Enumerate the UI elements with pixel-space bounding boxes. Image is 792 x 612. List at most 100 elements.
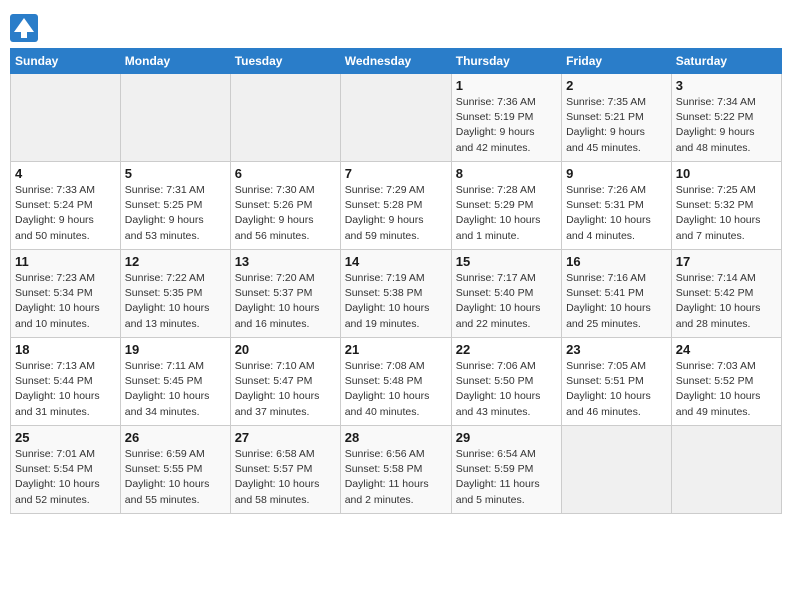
calendar-cell: 2 Sunrise: 7:35 AM Sunset: 5:21 PM Daylig… (562, 74, 672, 162)
day-number: 23 (566, 342, 667, 357)
day-number: 15 (456, 254, 557, 269)
day-number: 6 (235, 166, 336, 181)
day-number: 13 (235, 254, 336, 269)
calendar-cell: 3Sunrise: 7:34 AM Sunset: 5:22 PM Daylig… (671, 74, 781, 162)
week-row-1: 1 Sunrise: 7:36 AM Sunset: 5:19 PM Daylig… (11, 74, 782, 162)
day-info: Sunrise: 7:10 AM Sunset: 5:47 PM Dayligh… (235, 359, 336, 420)
day-info: Sunrise: 7:17 AM Sunset: 5:40 PM Dayligh… (456, 271, 557, 332)
day-info: Sunrise: 7:16 AM Sunset: 5:41 PM Dayligh… (566, 271, 667, 332)
day-info: Sunrise: 7:14 AM Sunset: 5:42 PM Dayligh… (676, 271, 777, 332)
calendar-cell: 15 Sunrise: 7:17 AM Sunset: 5:40 PM Dayli… (451, 250, 561, 338)
day-info: Sunrise: 7:33 AM Sunset: 5:24 PM Dayligh… (15, 183, 116, 244)
calendar-cell: 8 Sunrise: 7:28 AM Sunset: 5:29 PM Daylig… (451, 162, 561, 250)
column-header-wednesday: Wednesday (340, 49, 451, 74)
column-header-monday: Monday (120, 49, 230, 74)
calendar-cell: 6 Sunrise: 7:30 AM Sunset: 5:26 PM Daylig… (230, 162, 340, 250)
day-info: Sunrise: 7:31 AM Sunset: 5:25 PM Dayligh… (125, 183, 226, 244)
calendar-cell: 18 Sunrise: 7:13 AM Sunset: 5:44 PM Dayli… (11, 338, 121, 426)
day-number: 24 (676, 342, 777, 357)
calendar-cell: 29 Sunrise: 6:54 AM Sunset: 5:59 PM Dayli… (451, 426, 561, 514)
day-info: Sunrise: 7:35 AM Sunset: 5:21 PM Dayligh… (566, 95, 667, 156)
week-row-3: 11 Sunrise: 7:23 AM Sunset: 5:34 PM Dayli… (11, 250, 782, 338)
day-info: Sunrise: 7:01 AM Sunset: 5:54 PM Dayligh… (15, 447, 116, 508)
day-info: Sunrise: 6:54 AM Sunset: 5:59 PM Dayligh… (456, 447, 557, 508)
day-info: Sunrise: 7:22 AM Sunset: 5:35 PM Dayligh… (125, 271, 226, 332)
calendar-table: SundayMondayTuesdayWednesdayThursdayFrid… (10, 48, 782, 514)
day-info: Sunrise: 7:20 AM Sunset: 5:37 PM Dayligh… (235, 271, 336, 332)
calendar-cell (340, 74, 451, 162)
day-info: Sunrise: 7:11 AM Sunset: 5:45 PM Dayligh… (125, 359, 226, 420)
calendar-cell: 5 Sunrise: 7:31 AM Sunset: 5:25 PM Daylig… (120, 162, 230, 250)
calendar-cell: 10 Sunrise: 7:25 AM Sunset: 5:32 PM Dayli… (671, 162, 781, 250)
calendar-cell: 22 Sunrise: 7:06 AM Sunset: 5:50 PM Dayli… (451, 338, 561, 426)
day-info: Sunrise: 7:30 AM Sunset: 5:26 PM Dayligh… (235, 183, 336, 244)
day-info: Sunrise: 7:05 AM Sunset: 5:51 PM Dayligh… (566, 359, 667, 420)
day-info: Sunrise: 7:06 AM Sunset: 5:50 PM Dayligh… (456, 359, 557, 420)
calendar-cell: 25 Sunrise: 7:01 AM Sunset: 5:54 PM Dayli… (11, 426, 121, 514)
day-number: 5 (125, 166, 226, 181)
day-number: 9 (566, 166, 667, 181)
day-number: 19 (125, 342, 226, 357)
week-row-4: 18 Sunrise: 7:13 AM Sunset: 5:44 PM Dayli… (11, 338, 782, 426)
calendar-cell: 20Sunrise: 7:10 AM Sunset: 5:47 PM Dayli… (230, 338, 340, 426)
logo-icon (10, 14, 38, 42)
calendar-cell: 27Sunrise: 6:58 AM Sunset: 5:57 PM Dayli… (230, 426, 340, 514)
calendar-cell: 24Sunrise: 7:03 AM Sunset: 5:52 PM Dayli… (671, 338, 781, 426)
calendar-cell: 1 Sunrise: 7:36 AM Sunset: 5:19 PM Daylig… (451, 74, 561, 162)
day-number: 22 (456, 342, 557, 357)
column-header-saturday: Saturday (671, 49, 781, 74)
day-number: 8 (456, 166, 557, 181)
column-header-thursday: Thursday (451, 49, 561, 74)
day-info: Sunrise: 7:23 AM Sunset: 5:34 PM Dayligh… (15, 271, 116, 332)
day-info: Sunrise: 7:34 AM Sunset: 5:22 PM Dayligh… (676, 95, 777, 156)
day-info: Sunrise: 6:58 AM Sunset: 5:57 PM Dayligh… (235, 447, 336, 508)
calendar-cell: 13 Sunrise: 7:20 AM Sunset: 5:37 PM Dayli… (230, 250, 340, 338)
day-info: Sunrise: 7:26 AM Sunset: 5:31 PM Dayligh… (566, 183, 667, 244)
calendar-cell (11, 74, 121, 162)
day-info: Sunrise: 6:59 AM Sunset: 5:55 PM Dayligh… (125, 447, 226, 508)
day-number: 17 (676, 254, 777, 269)
column-header-tuesday: Tuesday (230, 49, 340, 74)
calendar-cell: 14Sunrise: 7:19 AM Sunset: 5:38 PM Dayli… (340, 250, 451, 338)
day-info: Sunrise: 7:19 AM Sunset: 5:38 PM Dayligh… (345, 271, 447, 332)
calendar-cell: 11 Sunrise: 7:23 AM Sunset: 5:34 PM Dayli… (11, 250, 121, 338)
day-info: Sunrise: 7:13 AM Sunset: 5:44 PM Dayligh… (15, 359, 116, 420)
week-row-5: 25 Sunrise: 7:01 AM Sunset: 5:54 PM Dayli… (11, 426, 782, 514)
day-number: 16 (566, 254, 667, 269)
day-number: 18 (15, 342, 116, 357)
calendar-cell (120, 74, 230, 162)
days-header-row: SundayMondayTuesdayWednesdayThursdayFrid… (11, 49, 782, 74)
calendar-cell: 16 Sunrise: 7:16 AM Sunset: 5:41 PM Dayli… (562, 250, 672, 338)
calendar-cell: 7 Sunrise: 7:29 AM Sunset: 5:28 PM Daylig… (340, 162, 451, 250)
calendar-cell: 21 Sunrise: 7:08 AM Sunset: 5:48 PM Dayli… (340, 338, 451, 426)
day-info: Sunrise: 7:29 AM Sunset: 5:28 PM Dayligh… (345, 183, 447, 244)
calendar-cell: 12 Sunrise: 7:22 AM Sunset: 5:35 PM Dayli… (120, 250, 230, 338)
day-number: 25 (15, 430, 116, 445)
day-number: 21 (345, 342, 447, 357)
calendar-cell (671, 426, 781, 514)
day-info: Sunrise: 7:36 AM Sunset: 5:19 PM Dayligh… (456, 95, 557, 156)
day-number: 29 (456, 430, 557, 445)
calendar-cell (230, 74, 340, 162)
day-number: 1 (456, 78, 557, 93)
day-number: 28 (345, 430, 447, 445)
calendar-cell: 26 Sunrise: 6:59 AM Sunset: 5:55 PM Dayli… (120, 426, 230, 514)
calendar-cell: 28 Sunrise: 6:56 AM Sunset: 5:58 PM Dayli… (340, 426, 451, 514)
day-info: Sunrise: 7:08 AM Sunset: 5:48 PM Dayligh… (345, 359, 447, 420)
column-header-sunday: Sunday (11, 49, 121, 74)
day-number: 7 (345, 166, 447, 181)
day-number: 10 (676, 166, 777, 181)
day-info: Sunrise: 6:56 AM Sunset: 5:58 PM Dayligh… (345, 447, 447, 508)
day-number: 4 (15, 166, 116, 181)
week-row-2: 4 Sunrise: 7:33 AM Sunset: 5:24 PM Daylig… (11, 162, 782, 250)
day-number: 12 (125, 254, 226, 269)
day-info: Sunrise: 7:25 AM Sunset: 5:32 PM Dayligh… (676, 183, 777, 244)
column-header-friday: Friday (562, 49, 672, 74)
day-info: Sunrise: 7:28 AM Sunset: 5:29 PM Dayligh… (456, 183, 557, 244)
page-header (10, 10, 782, 42)
day-number: 26 (125, 430, 226, 445)
calendar-cell: 23 Sunrise: 7:05 AM Sunset: 5:51 PM Dayli… (562, 338, 672, 426)
calendar-cell: 9 Sunrise: 7:26 AM Sunset: 5:31 PM Daylig… (562, 162, 672, 250)
day-number: 2 (566, 78, 667, 93)
day-number: 11 (15, 254, 116, 269)
